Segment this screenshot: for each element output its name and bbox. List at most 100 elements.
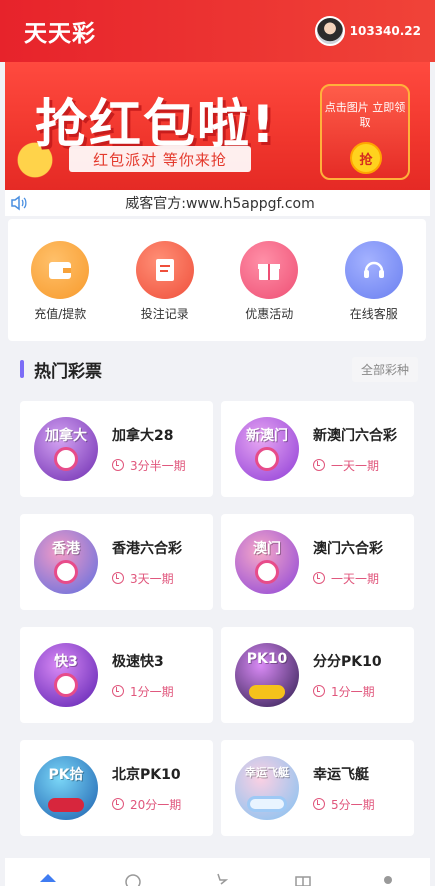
all-lotteries-button[interactable]: 全部彩种 — [351, 356, 418, 382]
lottery-logo: PK拾 — [34, 756, 98, 820]
lottery-period: 3天一期 — [112, 570, 202, 587]
menu-item-deposit[interactable]: 充值/提款 — [15, 241, 105, 322]
tab-home[interactable] — [28, 858, 68, 886]
wallet-icon — [31, 241, 90, 299]
ball-icon — [255, 560, 279, 584]
logo-badge-text: PK10 — [246, 651, 288, 667]
lottery-card-macau[interactable]: 澳门 澳门六合彩 一天一期 — [221, 514, 414, 610]
menu-item-bet-records[interactable]: 投注记录 — [120, 241, 210, 322]
logo-badge-text: 香港 — [52, 541, 80, 557]
clock-icon — [112, 685, 124, 697]
app-title: 天天彩 — [24, 21, 96, 47]
lottery-card-lucky-airship[interactable]: 幸运飞艇 幸运飞艇 5分一期 — [221, 740, 414, 836]
lottery-period: 20分一期 — [112, 796, 202, 813]
star-icon — [216, 873, 228, 885]
lottery-card-beijing-pk10[interactable]: PK拾 北京PK10 20分一期 — [20, 740, 213, 836]
clock-icon — [313, 572, 325, 584]
user-info[interactable]: 103340.22 — [314, 16, 421, 46]
lottery-card-fast3[interactable]: 快3 极速快3 1分一期 — [20, 627, 213, 723]
lottery-period: 一天一期 — [313, 457, 403, 474]
menu-label: 投注记录 — [140, 307, 189, 321]
tab-promotions[interactable] — [283, 858, 323, 886]
period-text: 3分半一期 — [130, 458, 186, 473]
period-text: 1分一期 — [130, 684, 174, 699]
lottery-period: 1分一期 — [112, 683, 202, 700]
notice-bar: 威客官方:www.h5appgf.com — [5, 190, 430, 216]
period-text: 1分一期 — [331, 684, 375, 699]
period-text: 5分一期 — [331, 797, 375, 812]
lottery-card-minute-pk10[interactable]: PK10 分分PK10 1分一期 — [221, 627, 414, 723]
car-icon — [249, 685, 285, 699]
lottery-name: 澳门六合彩 — [313, 540, 383, 557]
period-text: 20分一期 — [130, 797, 182, 812]
lottery-card-new-macau[interactable]: 新澳门 新澳门六合彩 一天一期 — [221, 401, 414, 497]
tab-profile[interactable] — [368, 858, 408, 886]
banner-subline: 红包派对 等你来抢 — [69, 146, 251, 172]
ball-icon — [255, 447, 279, 471]
compass-icon — [124, 874, 141, 886]
lottery-name: 极速快3 — [112, 653, 164, 670]
tab-favorites[interactable] — [198, 858, 238, 886]
lottery-logo: 香港 — [34, 530, 98, 594]
home-icon — [39, 874, 56, 882]
airship-icon — [247, 796, 287, 812]
record-icon — [135, 241, 194, 299]
user-icon — [383, 876, 392, 884]
section-accent-bar — [20, 360, 24, 378]
balance-value: 103340.22 — [349, 24, 421, 38]
red-envelope-image[interactable]: 点击图片 立即领取 抢 — [320, 84, 410, 180]
logo-badge-text: PK拾 — [48, 767, 84, 783]
car-icon — [48, 798, 84, 812]
lottery-logo: 澳门 — [235, 530, 299, 594]
lottery-name: 幸运飞艇 — [313, 766, 369, 783]
menu-label: 在线客服 — [349, 307, 398, 321]
headset-icon — [344, 241, 403, 299]
lottery-name: 香港六合彩 — [112, 540, 182, 557]
speaker-icon — [8, 192, 30, 214]
lottery-period: 1分一期 — [313, 683, 403, 700]
logo-badge-text: 快3 — [54, 654, 78, 670]
clock-icon — [112, 798, 124, 810]
logo-badge-text: 澳门 — [253, 541, 281, 557]
notice-text: 威客官方:www.h5appgf.com — [125, 196, 315, 212]
ball-icon — [54, 560, 78, 584]
app-header: 天天彩 103340.22 — [0, 0, 435, 62]
lottery-name: 分分PK10 — [313, 653, 382, 670]
quick-menu: 充值/提款 投注记录 优惠活动 在线客服 — [8, 219, 426, 341]
avatar[interactable] — [314, 16, 345, 46]
lottery-logo: 加拿大 — [34, 417, 98, 481]
tab-discover[interactable] — [113, 858, 153, 886]
lottery-period: 一天一期 — [313, 570, 403, 587]
lottery-logo: PK10 — [235, 643, 299, 707]
clock-icon — [313, 798, 325, 810]
menu-label: 优惠活动 — [245, 307, 294, 321]
lottery-logo: 快3 — [34, 643, 98, 707]
promo-banner[interactable]: 抢红包啦! 红包派对 等你来抢 点击图片 立即领取 抢 — [5, 62, 430, 190]
lottery-name: 北京PK10 — [112, 766, 181, 783]
hot-lottery-header: 热门彩票 全部彩种 — [8, 350, 426, 388]
section-title: 热门彩票 — [34, 361, 102, 382]
lottery-name: 新澳门六合彩 — [313, 427, 397, 444]
clock-icon — [112, 459, 124, 471]
lottery-card-canada28[interactable]: 加拿大 加拿大28 3分半一期 — [20, 401, 213, 497]
lottery-period: 3分半一期 — [112, 457, 202, 474]
lottery-name: 加拿大28 — [112, 427, 174, 444]
logo-badge-text: 加拿大 — [45, 428, 87, 444]
grab-button[interactable]: 抢 — [350, 142, 382, 174]
period-text: 一天一期 — [331, 458, 380, 473]
lottery-logo: 幸运飞艇 — [235, 756, 299, 820]
gift-icon — [240, 241, 299, 299]
period-text: 3天一期 — [130, 571, 174, 586]
lottery-period: 5分一期 — [313, 796, 403, 813]
dice-icon — [54, 673, 78, 697]
clock-icon — [313, 685, 325, 697]
envelope-text: 点击图片 立即领取 — [324, 101, 406, 129]
logo-badge-text: 幸运飞艇 — [245, 766, 289, 779]
lottery-card-hongkong[interactable]: 香港 香港六合彩 3天一期 — [20, 514, 213, 610]
clock-icon — [112, 572, 124, 584]
menu-label: 充值/提款 — [34, 307, 87, 321]
ball-icon — [54, 447, 78, 471]
logo-badge-text: 新澳门 — [246, 428, 288, 444]
menu-item-promotions[interactable]: 优惠活动 — [224, 241, 314, 322]
menu-item-customer-service[interactable]: 在线客服 — [329, 241, 419, 322]
